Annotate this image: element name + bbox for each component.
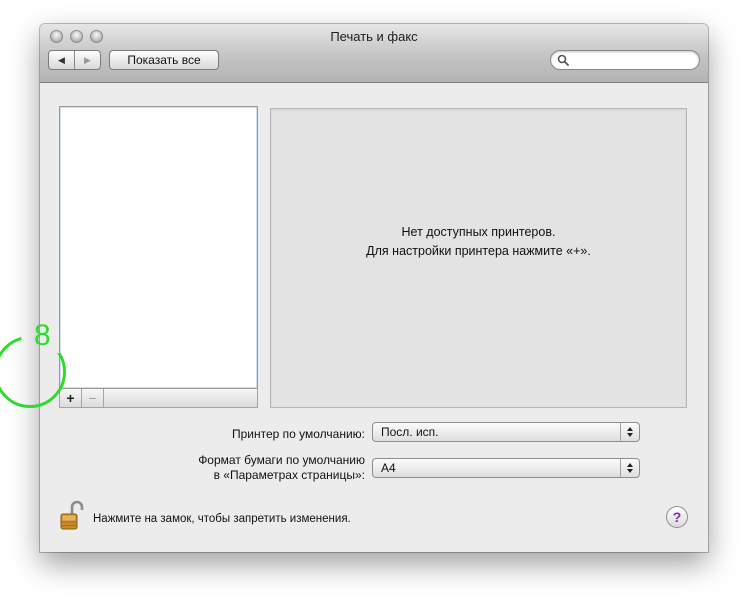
search-icon <box>557 54 569 66</box>
paper-size-value: A4 <box>381 461 396 475</box>
window-title: Печать и факс <box>330 29 418 44</box>
preferences-window: Печать и факс ◀ ▶ Показать все + − Нет д… <box>40 24 708 552</box>
search-field[interactable] <box>550 50 700 70</box>
add-printer-button[interactable]: + <box>60 389 82 407</box>
default-printer-label: Принтер по умолчанию: <box>231 427 365 441</box>
back-button[interactable]: ◀ <box>49 51 74 69</box>
unlocked-padlock-icon[interactable] <box>59 500 85 532</box>
lock-message: Нажмите на замок, чтобы запретить измене… <box>93 513 351 525</box>
default-printer-value: Посл. исп. <box>381 425 439 439</box>
updown-arrows-icon <box>620 423 639 441</box>
back-arrow-icon: ◀ <box>58 54 65 65</box>
step-number-annotation: 8 <box>34 319 51 352</box>
paper-size-popup[interactable]: A4 <box>372 458 640 478</box>
no-printers-message: Нет доступных принтеров. Для настройки п… <box>271 223 686 261</box>
no-printers-line1: Нет доступных принтеров. <box>401 225 556 239</box>
no-printers-line2: Для настройки принтера нажмите «+». <box>366 244 591 258</box>
printer-list-toolbar: + − <box>59 389 258 408</box>
back-forward-group: ◀ ▶ <box>48 50 101 70</box>
printer-list[interactable] <box>59 106 258 389</box>
default-paper-label: Формат бумаги по умолчанию в «Параметрах… <box>150 453 365 483</box>
default-paper-label-line1: Формат бумаги по умолчанию <box>198 453 365 467</box>
default-paper-label-line2: в «Параметрах страницы»: <box>213 468 365 482</box>
title-bar: Печать и факс ◀ ▶ Показать все <box>40 24 708 83</box>
printer-detail-panel: Нет доступных принтеров. Для настройки п… <box>270 108 687 408</box>
forward-arrow-icon: ▶ <box>84 54 91 65</box>
default-printer-popup[interactable]: Посл. исп. <box>372 422 640 442</box>
forward-button[interactable]: ▶ <box>74 51 100 69</box>
search-input[interactable] <box>573 52 693 68</box>
help-button[interactable]: ? <box>666 506 688 528</box>
updown-arrows-icon <box>620 459 639 477</box>
show-all-button[interactable]: Показать все <box>109 50 219 70</box>
remove-printer-button[interactable]: − <box>82 389 104 407</box>
